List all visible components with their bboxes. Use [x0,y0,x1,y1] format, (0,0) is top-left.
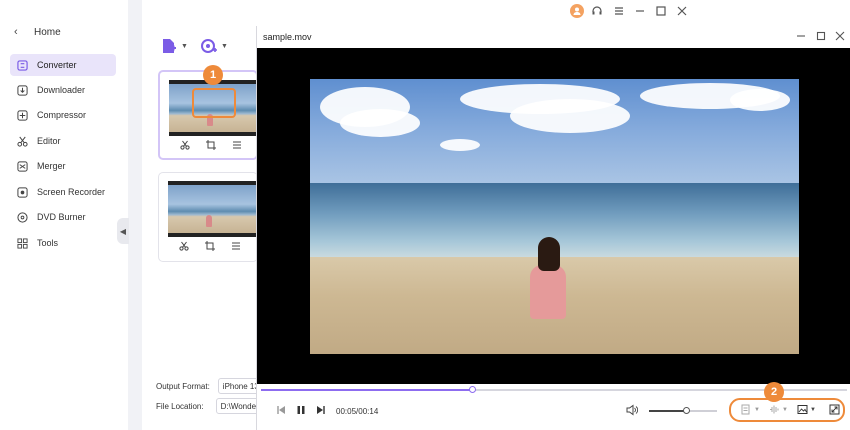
volume-icon [626,404,638,416]
subtitle-icon [741,404,750,415]
close-icon[interactable] [834,30,846,42]
chevron-left-icon: ‹ [14,26,18,38]
video-thumbnail[interactable] [168,181,256,237]
video-player-window: sample.mov 00:05/00:14 ▼ ▼ ▼ [256,26,850,430]
volume-slider-level [649,410,687,412]
sidebar-item-label: Downloader [37,85,86,95]
sidebar-item-merger[interactable]: Merger [10,155,116,177]
player-title: sample.mov [263,32,312,42]
seek-bar-handle[interactable] [468,386,476,393]
skip-back-icon [277,406,285,414]
sidebar-item-label: DVD Burner [37,212,86,222]
effects-list-icon[interactable] [232,140,242,150]
sidebar-item-label: Editor [37,136,61,146]
account-icon[interactable] [570,4,584,18]
sidebar-item-label: Converter [37,60,77,70]
audio-track-icon [770,405,779,414]
title-bar [142,0,850,24]
menu-icon[interactable] [612,4,626,18]
sidebar-item-compressor[interactable]: Compressor [10,104,116,126]
audio-track-button[interactable]: ▼ [769,404,788,415]
crop-icon[interactable] [205,241,215,251]
sidebar-item-label: Compressor [37,110,87,120]
volume-slider-handle[interactable] [683,407,691,414]
fullscreen-button[interactable] [829,404,840,415]
sidebar-collapse-button[interactable]: ◀ [117,218,129,244]
chevron-down-icon: ▼ [810,406,816,413]
converter-icon [16,59,28,71]
scissors-icon [16,135,28,147]
seek-bar-progress [261,389,472,391]
chevron-down-icon: ▼ [754,406,760,413]
screenshot-button[interactable]: ▼ [797,404,816,415]
file-card-tools [167,241,253,251]
add-file-icon [163,39,176,53]
sidebar-item-editor[interactable]: Editor [10,130,116,152]
download-icon [16,84,28,96]
effects-list-icon[interactable] [231,241,241,251]
next-frame-button[interactable] [315,404,327,416]
sidebar-item-downloader[interactable]: Downloader [10,79,116,101]
maximize-icon[interactable] [815,30,827,42]
seek-bar[interactable] [261,386,847,393]
file-card-tools [168,140,254,150]
merge-icon [16,160,28,172]
file-location-label: File Location: [156,401,204,411]
player-extra-tools-group: ▼ ▼ ▼ [729,398,845,422]
sidebar-item-converter[interactable]: Converter [10,54,116,76]
output-format-label: Output Format: [156,381,210,391]
minimize-icon[interactable] [633,4,647,18]
sidebar-item-label: Screen Recorder [37,187,106,197]
sidebar-item-screen-recorder[interactable]: Screen Recorder [10,181,116,203]
trim-scissors-icon[interactable] [179,241,189,251]
volume-slider[interactable] [649,407,717,414]
home-link[interactable]: ‹ Home [14,24,61,40]
record-icon [16,186,28,198]
callout-badge-1: 1 [203,65,223,85]
pause-button[interactable] [295,404,307,416]
chevron-down-icon: ▼ [221,42,228,50]
previous-frame-button[interactable] [275,404,287,416]
sidebar-item-label: Merger [37,161,66,171]
time-readout: 00:05/00:14 [336,407,379,416]
add-media-button[interactable]: ▼ [200,37,228,55]
grid-icon [16,237,28,249]
chevron-down-icon: ▼ [181,42,188,50]
video-viewport[interactable] [257,48,850,384]
add-files-button[interactable]: ▼ [160,37,188,55]
pause-icon [297,406,305,414]
close-icon[interactable] [675,4,689,18]
sidebar-item-dvd-burner[interactable]: DVD Burner [10,206,116,228]
disc-icon [16,211,28,223]
home-label: Home [34,26,61,38]
compress-icon [16,109,28,121]
sidebar-item-tools[interactable]: Tools [10,232,116,254]
crop-icon[interactable] [206,140,216,150]
maximize-icon[interactable] [654,4,668,18]
screenshot-icon [797,405,808,414]
add-media-icon [201,39,217,53]
trim-scissors-icon[interactable] [180,140,190,150]
callout-badge-2: 2 [764,382,784,402]
minimize-icon[interactable] [795,30,807,42]
volume-button[interactable] [626,404,638,416]
sidebar: ‹ Home Converter Downloader Compressor E… [0,0,128,430]
video-frame [310,79,799,354]
chevron-down-icon: ▼ [782,406,788,413]
skip-forward-icon [317,406,325,414]
subtitle-track-button[interactable]: ▼ [741,404,760,415]
fullscreen-icon [829,404,840,415]
callout-highlight-box [192,88,236,118]
file-card[interactable] [158,172,258,262]
chevron-left-icon: ◀ [119,226,127,236]
support-headset-icon[interactable] [590,4,604,18]
sidebar-item-label: Tools [37,238,59,248]
